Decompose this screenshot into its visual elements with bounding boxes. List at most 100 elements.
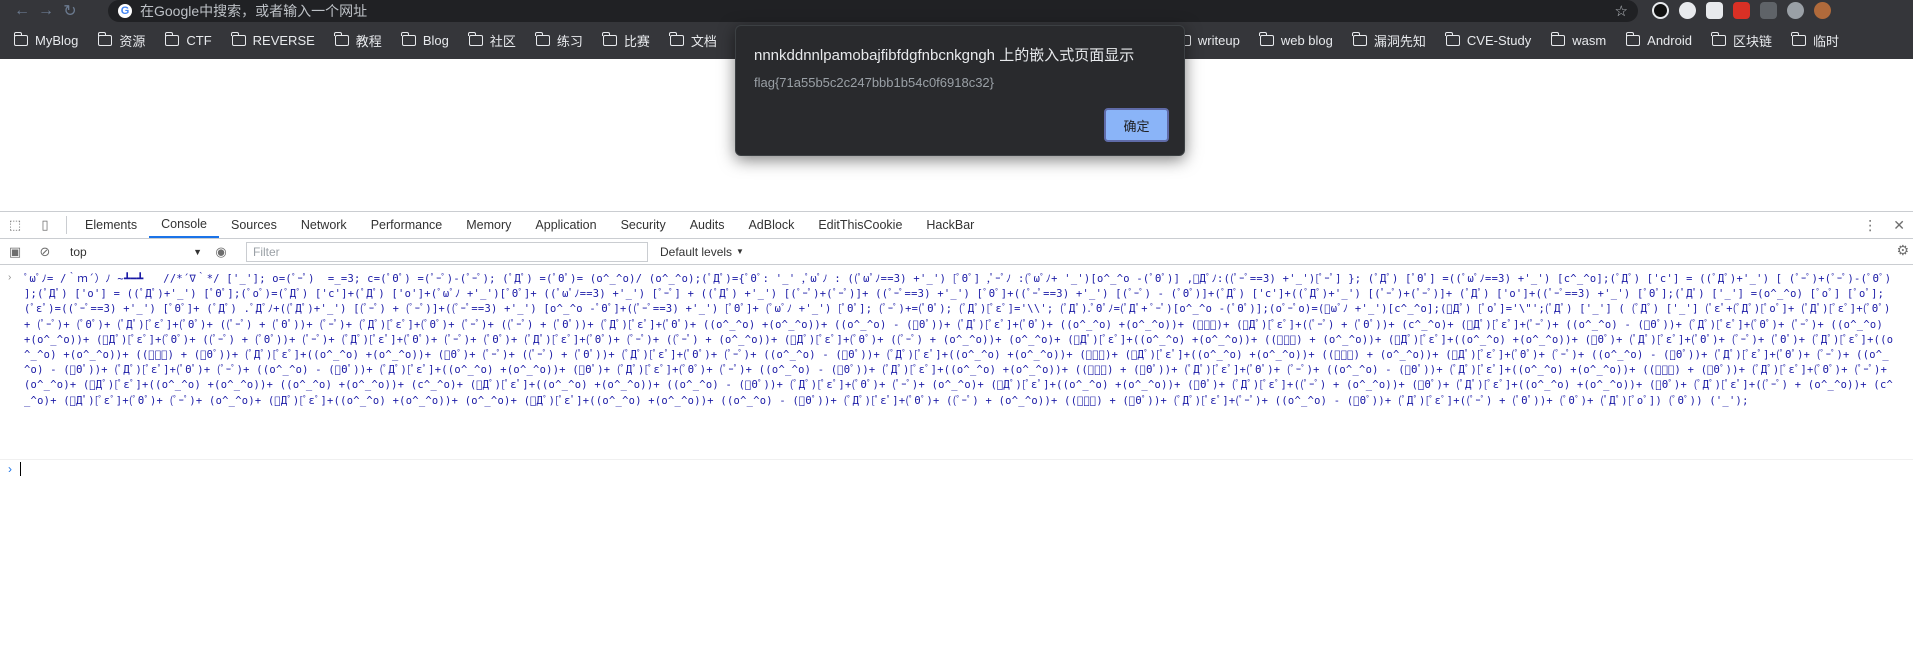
tab-security[interactable]: Security [609,212,678,238]
bookmark-folder[interactable]: wasm [1550,32,1607,48]
bookmark-folder[interactable]: 练习 [535,31,583,50]
bookmark-star-icon[interactable]: ☆ [1615,2,1628,20]
folder-icon [401,32,416,46]
bookmark-folder[interactable]: MyBlog [13,32,79,48]
bookmark-folder[interactable]: Blog [401,32,449,48]
log-levels-dropdown[interactable]: Default levels ▼ [660,245,744,259]
bookmark-folder[interactable]: CVE-Study [1445,32,1532,48]
gear-icon[interactable]: ⚙ [1896,242,1909,259]
sidebar-toggle-icon[interactable]: ▣ [0,239,30,265]
bookmark-folder[interactable]: 区块链 [1711,31,1772,50]
bookmark-folder[interactable]: REVERSE [231,32,315,48]
extension-icon[interactable] [1787,2,1804,19]
forward-arrow-icon[interactable]: → [34,0,58,22]
folder-icon [1711,32,1726,46]
tab-application[interactable]: Application [523,212,608,238]
folder-icon [1259,32,1274,46]
tab-network[interactable]: Network [289,212,359,238]
context-label: top [70,244,87,259]
bookmark-label: CVE-Study [1466,33,1532,48]
tab-hackbar[interactable]: HackBar [914,212,986,238]
bookmark-label: 资源 [119,34,146,49]
eye-icon[interactable]: ◉ [206,239,236,265]
bookmark-label: 社区 [489,34,516,49]
address-bar-placeholder: 在Google中搜索，或者输入一个网址 [140,3,368,19]
tab-memory[interactable]: Memory [454,212,523,238]
tab-sources[interactable]: Sources [219,212,289,238]
bookmark-label: writeup [1197,33,1240,48]
reload-icon[interactable]: ↻ [58,0,82,22]
filter-input[interactable]: Filter [246,241,648,262]
chevron-down-icon: ▼ [193,246,202,257]
folder-icon [334,32,349,46]
bookmark-label: 教程 [355,34,382,49]
chevron-right-icon[interactable]: › [8,272,11,283]
bookmark-folder[interactable]: 资源 [97,31,146,50]
devtools-tabbar: ⬚ ▯ Elements Console Sources Network Perform… [0,211,1913,239]
divider [66,216,67,234]
tab-performance[interactable]: Performance [359,212,455,238]
devtools-controls: ⋮ ✕ [1863,212,1905,238]
tab-audits[interactable]: Audits [678,212,737,238]
tab-editthiscookie[interactable]: EditThisCookie [806,212,914,238]
bookmark-folder[interactable]: 文档 [669,31,717,50]
context-selector[interactable]: top ▼ [66,242,206,262]
folder-icon [468,32,483,46]
bookmark-label: REVERSE [252,33,315,48]
bookmark-label: CTF [186,33,212,48]
bookmark-folder[interactable]: 比赛 [602,31,650,50]
browser-toolbar: ← → ↻ G 在Google中搜索，或者输入一个网址 ☆ [0,0,1913,22]
folder-icon [97,32,113,46]
bookmark-folder[interactable]: Android [1625,32,1692,48]
bookmark-folder[interactable]: 社区 [468,31,516,50]
dialog-message: flag{71a55b5c2c247bbb1b54c0f6918c32} [754,75,995,90]
folder-icon [1791,32,1806,46]
prompt-chevron-icon: › [8,462,12,476]
console-entry-code: ﾟωﾟﾉ= /｀ｍ´）ﾉ ~┻━┻ //*´∇｀*/ ['_']; o=(ﾟｰﾟ… [24,273,1894,407]
bookmark-label: wasm [1572,33,1607,48]
console-output: › ﾟωﾟﾉ= /｀ｍ´）ﾉ ~┻━┻ //*´∇｀*/ ['_']; o=(ﾟ… [0,266,1913,672]
tab-console[interactable]: Console [149,212,219,238]
bookmark-folder[interactable]: web blog [1259,32,1333,48]
console-prompt[interactable]: › [8,462,21,476]
inspect-element-icon[interactable]: ⬚ [0,212,30,238]
extension-icon[interactable] [1706,2,1723,19]
devtools-tab-list: Elements Console Sources Network Performance… [73,212,986,238]
log-levels-label: Default levels [660,244,733,259]
bookmark-folder[interactable]: 临时 [1791,31,1839,50]
avatar[interactable] [1814,2,1831,19]
bookmark-folder[interactable]: CTF [164,32,212,48]
bookmark-label: 比赛 [623,34,650,49]
chevron-down-icon: ▼ [736,247,744,256]
extension-icon[interactable] [1679,2,1696,19]
bookmark-folder[interactable]: 教程 [334,31,382,50]
device-toolbar-icon[interactable]: ▯ [30,212,60,238]
console-toolbar: ▣ ⊘ top ▼ ◉ Filter Default levels ▼ ⚙ [0,239,1913,265]
more-options-icon[interactable]: ⋮ [1863,217,1877,234]
ok-button[interactable]: 确定 [1104,108,1169,142]
filter-placeholder: Filter [253,244,280,259]
close-icon[interactable]: ✕ [1893,217,1905,234]
tab-elements[interactable]: Elements [73,212,149,238]
text-caret [20,462,21,476]
tab-adblock[interactable]: AdBlock [736,212,806,238]
console-entry: › ﾟωﾟﾉ= /｀ｍ´）ﾉ ~┻━┻ //*´∇｀*/ ['_']; o=(ﾟ… [0,272,1913,460]
bookmark-label: 漏洞先知 [1373,34,1426,49]
bookmark-folder[interactable]: writeup [1176,32,1240,48]
address-bar[interactable]: G 在Google中搜索，或者输入一个网址 ☆ [108,0,1638,22]
folder-icon [1550,32,1566,46]
folder-icon [602,32,617,46]
extension-icon[interactable] [1760,2,1777,19]
clear-console-icon[interactable]: ⊘ [30,239,60,265]
folder-icon [669,32,684,46]
dialog-title: nnnkddnnlpamobajfibfdgfnbcnkgngh 上的嵌入式页面… [754,47,1135,64]
folder-icon [231,32,246,46]
folder-icon [164,32,180,46]
folder-icon [13,32,28,46]
bookmark-label: MyBlog [35,33,79,48]
bookmark-folder[interactable]: 漏洞先知 [1352,31,1426,50]
extension-icon[interactable] [1652,2,1669,19]
bookmark-label: 区块链 [1732,34,1772,49]
back-arrow-icon[interactable]: ← [10,0,34,22]
extension-icon[interactable] [1733,2,1750,19]
